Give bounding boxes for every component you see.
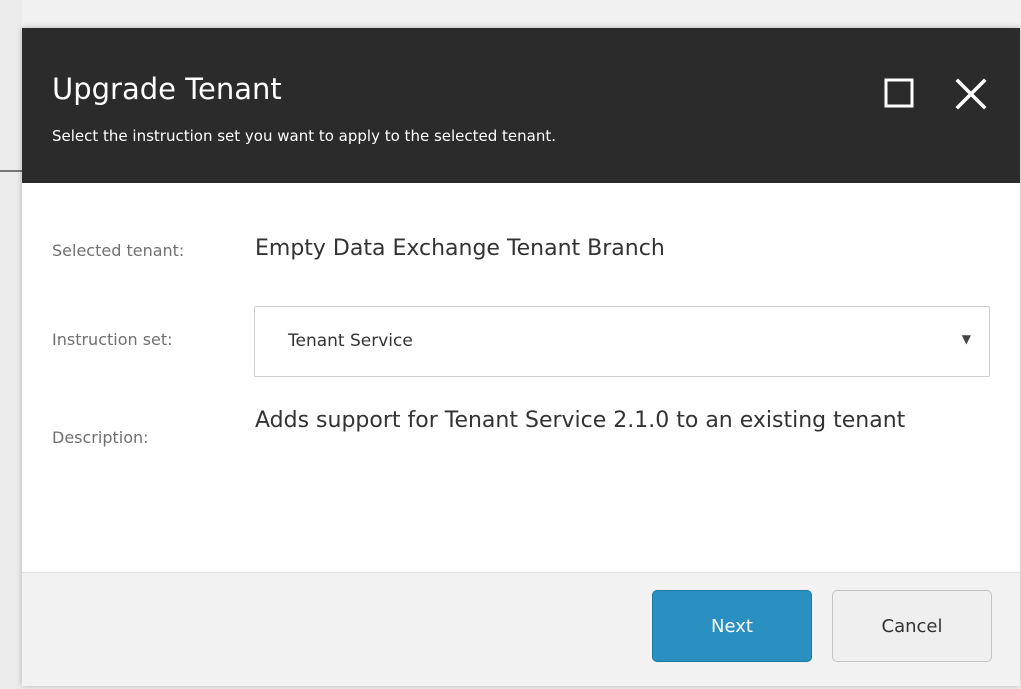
close-icon[interactable] (955, 78, 987, 110)
upgrade-tenant-dialog: Upgrade Tenant Select the instruction se… (22, 28, 1020, 686)
chevron-down-icon: ▼ (961, 332, 971, 346)
description-value: Adds support for Tenant Service 2.1.0 to… (255, 408, 906, 433)
maximize-icon[interactable] (884, 78, 914, 108)
next-button[interactable]: Next (652, 590, 812, 662)
selected-tenant-value: Empty Data Exchange Tenant Branch (255, 236, 665, 261)
description-label: Description: (52, 428, 149, 447)
instruction-set-select[interactable]: Tenant Service ▼ (254, 306, 990, 377)
backdrop-strip (0, 0, 22, 689)
selected-tenant-label: Selected tenant: (52, 241, 185, 260)
dialog-header: Upgrade Tenant Select the instruction se… (22, 28, 1020, 183)
instruction-set-selected-value: Tenant Service (288, 331, 413, 351)
dialog-title: Upgrade Tenant (52, 72, 282, 106)
cancel-button[interactable]: Cancel (832, 590, 992, 662)
backdrop-divider (0, 170, 22, 172)
dialog-subtitle: Select the instruction set you want to a… (52, 127, 556, 145)
instruction-set-label: Instruction set: (52, 330, 173, 349)
dialog-footer: Next Cancel (22, 572, 1020, 686)
